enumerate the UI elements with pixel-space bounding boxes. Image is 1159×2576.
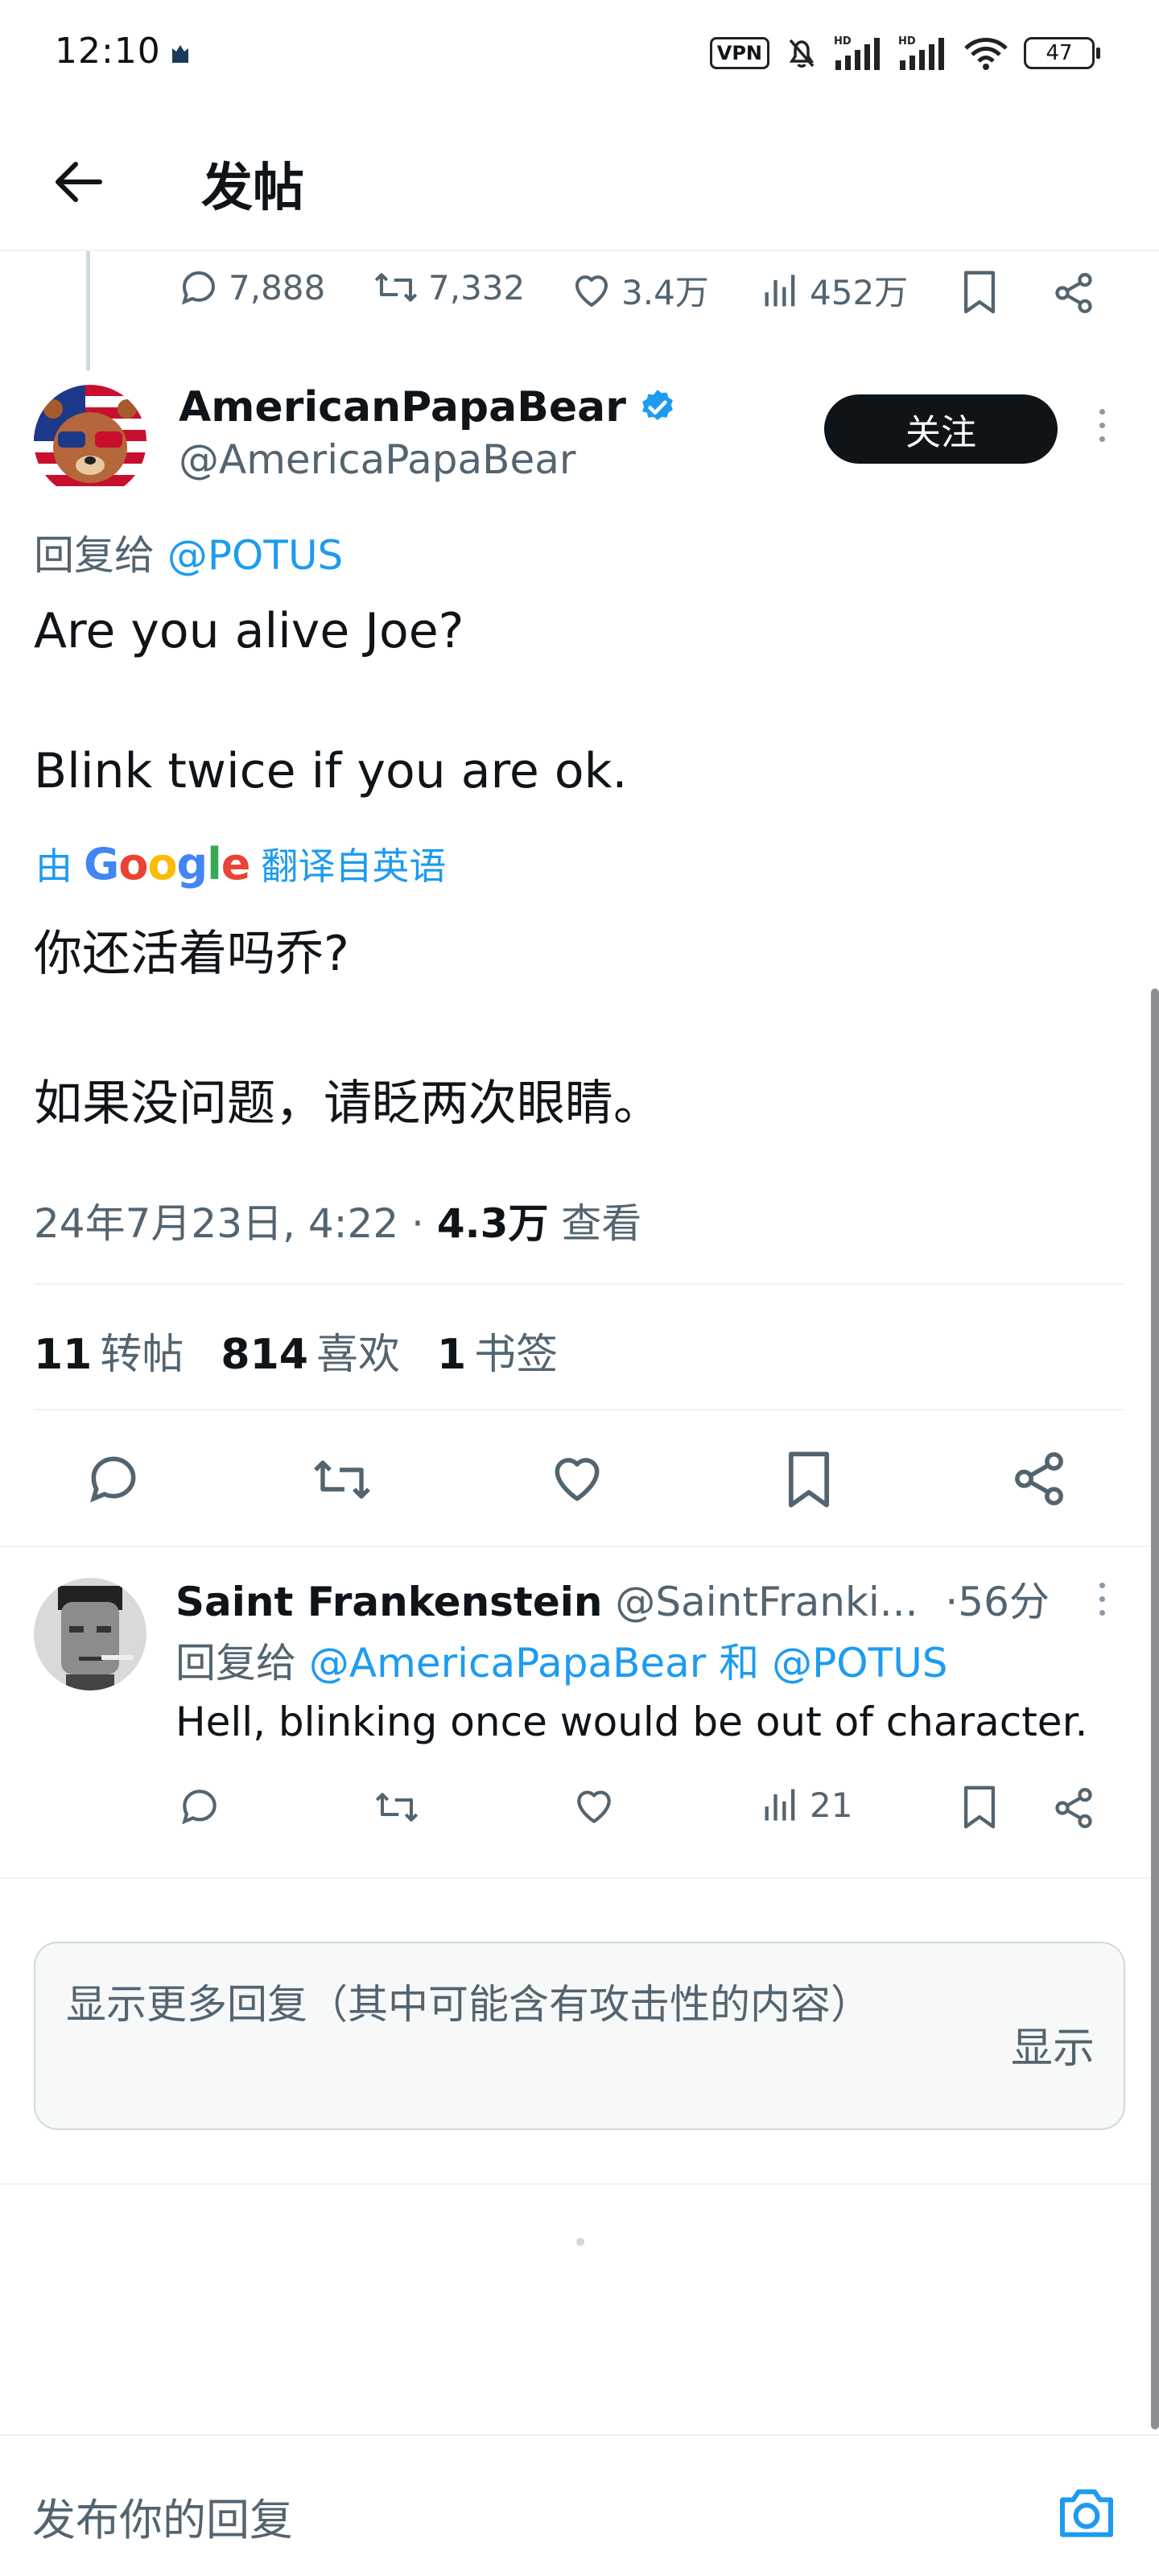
verified-badge-icon <box>641 390 673 421</box>
reply-time: ·56分 <box>945 1579 1050 1625</box>
reply-to-handle-link[interactable]: @AmericaPapaBear <box>309 1640 706 1686</box>
page-title: 发帖 <box>201 159 304 218</box>
main-tweet-actions <box>0 1446 1159 1510</box>
reply-icon[interactable] <box>84 1449 143 1509</box>
google-logo: Google <box>84 838 250 890</box>
engagement-stats: 11 转帖 814 喜欢 1 书签 <box>34 1320 558 1381</box>
cat-app-icon <box>172 45 188 63</box>
scrollbar[interactable] <box>1151 989 1159 2429</box>
reply-author-handle[interactable]: @SaintFranki... <box>615 1579 918 1625</box>
retweet-count: 7,332 <box>428 267 526 308</box>
show-button[interactable]: 显示 <box>1011 2014 1095 2074</box>
more-options-icon[interactable] <box>1099 409 1105 442</box>
status-time: 12:10 <box>55 31 161 72</box>
reply-text: Hell, blinking once would be out of char… <box>175 1699 1088 1745</box>
like-action[interactable]: 3.4万 <box>570 266 709 315</box>
tweet-text-line: Are you alive Joe? <box>34 603 464 659</box>
svg-text:HD: HD <box>834 35 852 47</box>
author-handle[interactable]: @AmericaPapaBear <box>179 436 575 483</box>
status-bar: 12:10 VPN HD HD 47 <box>0 0 1159 105</box>
reply-to-prefix: 回复给 <box>175 1640 296 1686</box>
loading-indicator <box>576 2238 584 2246</box>
views-count: 452万 <box>810 273 909 312</box>
show-more-replies-card[interactable]: 显示更多回复（其中可能含有攻击性的内容） 显示 <box>34 1942 1125 2130</box>
bookmarks-stat[interactable]: 1 书签 <box>437 1320 558 1381</box>
reply-compose-bar: 发布你的回复 <box>0 2434 1159 2576</box>
share-icon[interactable] <box>1009 1449 1069 1509</box>
back-button[interactable] <box>45 148 113 216</box>
reply-input[interactable]: 发布你的回复 <box>32 2484 293 2548</box>
translated-text-line: 你还活着吗乔? <box>34 926 349 982</box>
divider <box>0 1877 1159 1879</box>
reply-action[interactable]: 7,888 <box>177 266 325 309</box>
show-more-text: 显示更多回复（其中可能含有攻击性的内容） <box>66 1981 871 2028</box>
analytics-icon <box>765 1789 795 1821</box>
divider <box>34 1409 1125 1410</box>
views-total: 4.3万 <box>436 1200 549 1247</box>
hd-signal-icon: HD <box>834 35 880 70</box>
reply-tweet-actions: 21 <box>0 1781 1159 1834</box>
more-options-icon[interactable] <box>1099 1583 1105 1616</box>
like-count: 3.4万 <box>621 273 709 312</box>
frankenstein-avatar-icon <box>34 1578 146 1690</box>
reply-to-prefix: 回复给 <box>34 532 155 579</box>
svg-text:HD: HD <box>898 35 916 47</box>
tweet-meta: 24年7月23日, 4:22 · 4.3万 查看 <box>34 1191 641 1249</box>
vpn-icon: VPN <box>709 37 769 69</box>
divider <box>0 1546 1159 1547</box>
retweet-icon <box>374 273 418 302</box>
status-icons: VPN HD HD 47 <box>709 32 1100 74</box>
heart-icon[interactable] <box>571 1784 617 1829</box>
reply-to-handle-link[interactable]: @POTUS <box>772 1640 947 1686</box>
translate-suffix: 翻译自英语 <box>261 844 447 888</box>
analytics-icon <box>765 275 795 306</box>
reply-icon <box>181 270 216 305</box>
retweet-action[interactable]: 7,332 <box>372 266 525 309</box>
avatar[interactable] <box>34 385 146 497</box>
bear-flag-avatar-icon <box>34 385 146 497</box>
wifi-icon <box>964 38 1008 70</box>
views-action[interactable]: 21 <box>760 1784 852 1826</box>
author-name-text: AmericanPapaBear <box>179 383 626 431</box>
bookmark-icon[interactable] <box>959 1784 1000 1831</box>
reply-icon[interactable] <box>177 1784 222 1829</box>
retweet-icon[interactable] <box>309 1451 375 1509</box>
avatar[interactable] <box>34 1578 146 1690</box>
share-icon[interactable] <box>1051 1785 1096 1831</box>
heart-icon <box>575 275 608 307</box>
translate-prefix: 由 <box>35 844 72 888</box>
top-bar: 发帖 <box>0 113 1159 251</box>
translated-text-line: 如果没问题，请眨两次眼睛。 <box>34 1075 662 1132</box>
bookmark-icon[interactable] <box>959 269 1000 316</box>
heart-icon[interactable] <box>547 1449 607 1509</box>
divider <box>0 2183 1159 2185</box>
reply-to-joiner: 和 <box>719 1640 760 1686</box>
retweet-icon[interactable] <box>372 1785 422 1829</box>
tweet-text-line: Blink twice if you are ok. <box>34 743 628 799</box>
divider <box>34 1283 1125 1285</box>
arrow-left-icon <box>56 162 102 202</box>
parent-tweet-actions: 7,888 7,332 3.4万 452万 <box>0 266 1159 322</box>
reply-to-handle-link[interactable]: @POTUS <box>167 532 343 579</box>
likes-stat[interactable]: 814 喜欢 <box>221 1320 400 1381</box>
views-count: 21 <box>810 1785 853 1825</box>
share-icon[interactable] <box>1051 270 1096 316</box>
retweets-stat[interactable]: 11 转帖 <box>34 1320 184 1381</box>
timestamp[interactable]: 24年7月23日, 4:22 · <box>34 1200 437 1247</box>
author-name[interactable]: AmericanPapaBear <box>179 383 678 431</box>
mute-icon <box>789 39 815 68</box>
views-label: 查看 <box>548 1200 642 1247</box>
follow-button[interactable]: 关注 <box>824 394 1058 464</box>
hd-signal-icon: HD <box>898 35 944 70</box>
camera-icon[interactable] <box>1054 2481 1119 2545</box>
reply-to-line: 回复给 @POTUS <box>34 523 343 581</box>
battery-icon: 47 <box>1024 37 1100 69</box>
translation-attribution[interactable]: 由 Google 翻译自英语 <box>35 837 446 890</box>
bookmark-icon[interactable] <box>782 1449 835 1510</box>
views-action[interactable]: 452万 <box>760 266 908 315</box>
reply-header: Saint Frankenstein @SaintFranki... ·56分 <box>175 1570 1050 1628</box>
reply-count: 7,888 <box>229 267 326 308</box>
reply-author-name[interactable]: Saint Frankenstein <box>175 1579 602 1625</box>
reply-to-line: 回复给 @AmericaPapaBear 和 @POTUS <box>175 1631 948 1689</box>
